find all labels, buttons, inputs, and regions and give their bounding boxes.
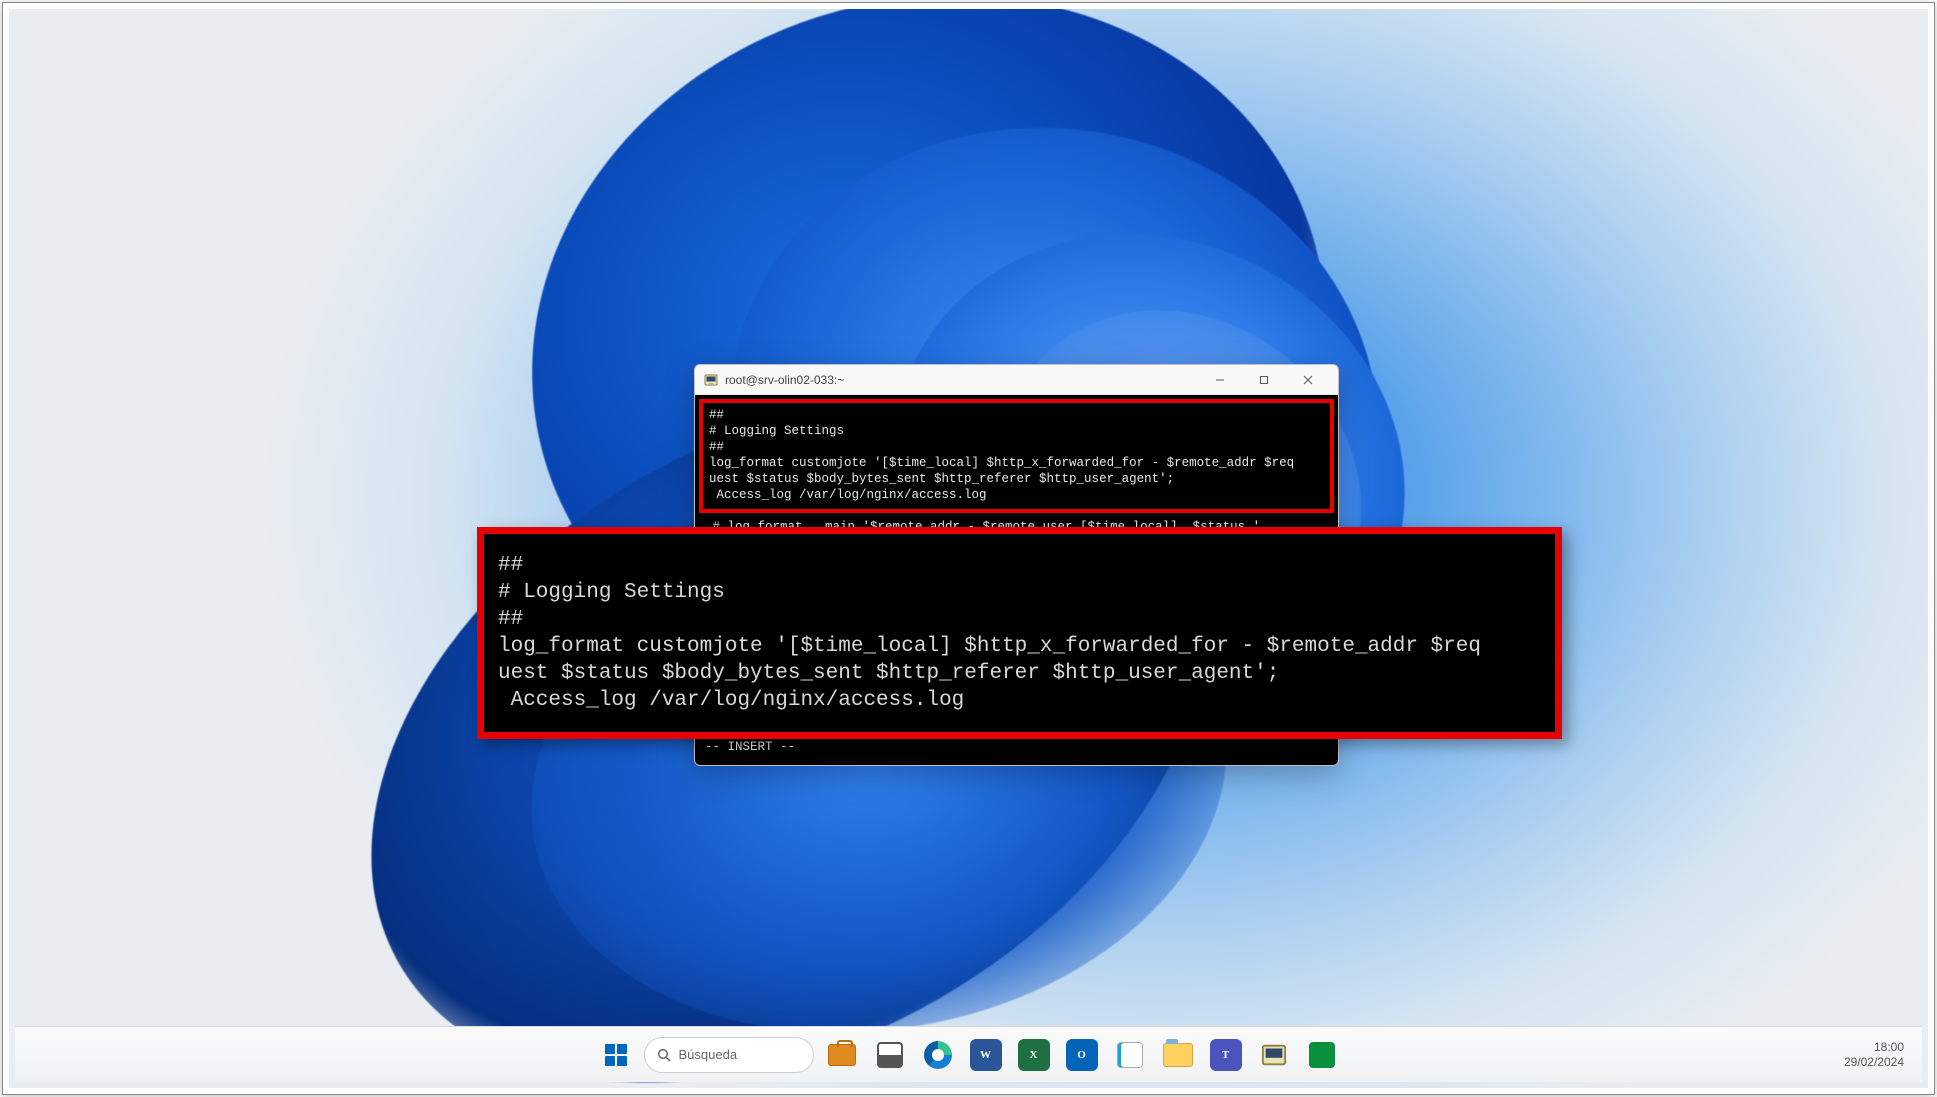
terminal-line: # Logging Settings bbox=[709, 424, 844, 438]
edge-icon bbox=[924, 1041, 952, 1069]
terminal-line: ## bbox=[709, 440, 724, 454]
zoom-line: # Logging Settings bbox=[498, 581, 725, 604]
terminal-highlighted-block: ## # Logging Settings ## log_format cust… bbox=[699, 399, 1334, 513]
teams-icon: T bbox=[1210, 1039, 1242, 1071]
clock-date: 29/02/2024 bbox=[1844, 1055, 1904, 1070]
taskbar-app-green[interactable] bbox=[1302, 1035, 1342, 1075]
close-button[interactable] bbox=[1286, 366, 1330, 394]
taskbar-taskview[interactable] bbox=[870, 1035, 910, 1075]
putty-icon bbox=[703, 372, 719, 388]
taskbar-explorer[interactable] bbox=[1158, 1035, 1198, 1075]
notepad-icon bbox=[1117, 1042, 1143, 1068]
clock-time: 18:00 bbox=[1844, 1040, 1904, 1055]
vim-mode: -- INSERT -- bbox=[705, 740, 795, 754]
word-icon: W bbox=[970, 1039, 1002, 1071]
taskbar-briefcase[interactable] bbox=[822, 1035, 862, 1075]
zoom-line: ## bbox=[498, 608, 523, 631]
taskbar-notepad[interactable] bbox=[1110, 1035, 1150, 1075]
system-tray[interactable]: 18:00 29/02/2024 bbox=[1844, 1040, 1904, 1070]
terminal-line: Access_log /var/log/nginx/access.log bbox=[709, 488, 987, 502]
zoom-line: uest $status $body_bytes_sent $http_refe… bbox=[498, 662, 1279, 685]
taskbar-teams[interactable]: T bbox=[1206, 1035, 1246, 1075]
putty-titlebar[interactable]: root@srv-olin02-033:~ bbox=[695, 365, 1338, 395]
terminal-line: uest $status $body_bytes_sent $http_refe… bbox=[709, 472, 1174, 486]
search-placeholder: Búsqueda bbox=[679, 1047, 738, 1062]
zoom-line: log_format customjote '[$time_local] $ht… bbox=[498, 635, 1481, 658]
windows-icon bbox=[605, 1044, 627, 1066]
desktop-background: root@srv-olin02-033:~ ## # Logging Setti… bbox=[9, 9, 1928, 1088]
search-icon bbox=[657, 1048, 671, 1062]
putty-taskbar-icon bbox=[1261, 1042, 1287, 1068]
green-app-icon bbox=[1309, 1042, 1335, 1068]
taskbar-excel[interactable]: X bbox=[1014, 1035, 1054, 1075]
clock[interactable]: 18:00 29/02/2024 bbox=[1844, 1040, 1904, 1070]
taskbar-edge[interactable] bbox=[918, 1035, 958, 1075]
maximize-button[interactable] bbox=[1242, 366, 1286, 394]
taskbar-word[interactable]: W bbox=[966, 1035, 1006, 1075]
briefcase-icon bbox=[828, 1044, 856, 1066]
putty-title: root@srv-olin02-033:~ bbox=[725, 373, 844, 387]
terminal-line: ## bbox=[709, 408, 724, 422]
start-button[interactable] bbox=[596, 1035, 636, 1075]
taskbar-outlook[interactable]: O bbox=[1062, 1035, 1102, 1075]
zoom-line: ## bbox=[498, 554, 523, 577]
taskview-icon bbox=[877, 1042, 903, 1068]
minimize-button[interactable] bbox=[1198, 366, 1242, 394]
screenshot-frame: root@srv-olin02-033:~ ## # Logging Setti… bbox=[2, 2, 1935, 1095]
terminal-line: log_format customjote '[$time_local] $ht… bbox=[709, 456, 1294, 470]
taskbar: Búsqueda W X O T 18:00 29/02/2024 bbox=[15, 1026, 1922, 1082]
file-explorer-icon bbox=[1163, 1043, 1193, 1067]
taskbar-search[interactable]: Búsqueda bbox=[644, 1037, 814, 1073]
outlook-icon: O bbox=[1066, 1039, 1098, 1071]
taskbar-putty[interactable] bbox=[1254, 1035, 1294, 1075]
zoom-line: Access_log /var/log/nginx/access.log bbox=[498, 689, 964, 712]
excel-icon: X bbox=[1018, 1039, 1050, 1071]
zoom-callout: ## # Logging Settings ## log_format cust… bbox=[477, 527, 1562, 739]
